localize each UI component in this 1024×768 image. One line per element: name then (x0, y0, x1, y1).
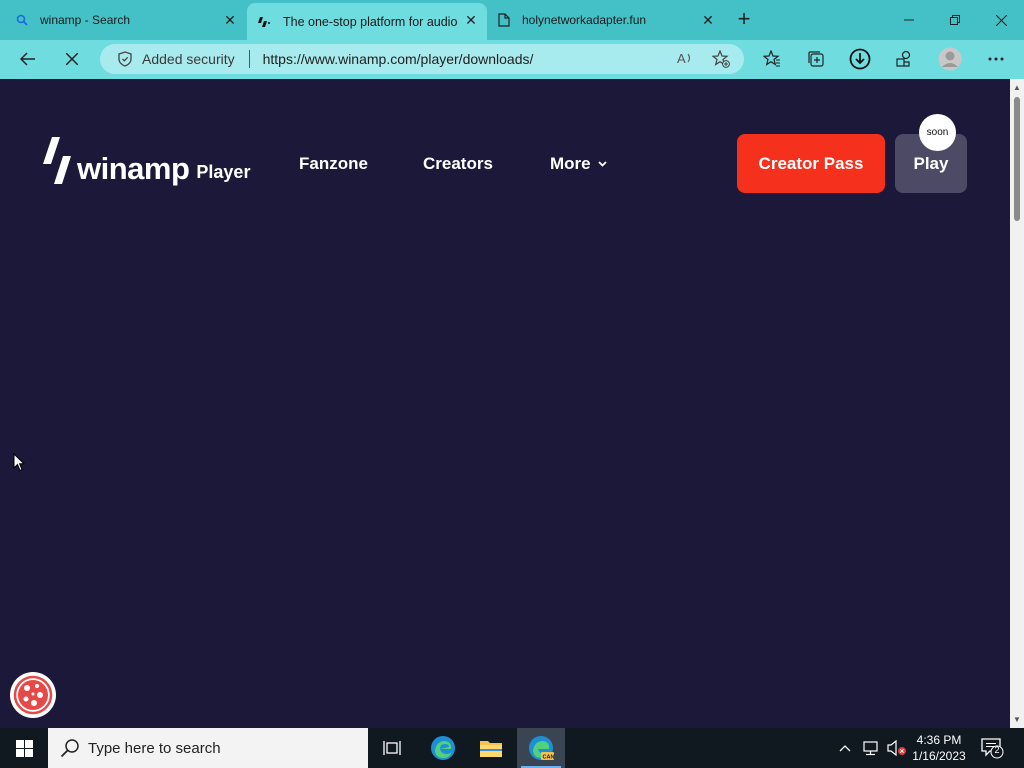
close-icon (995, 14, 1007, 26)
read-aloud-icon[interactable]: A (676, 50, 694, 66)
settings-menu-button[interactable] (981, 44, 1011, 74)
logo-product: Player (196, 162, 251, 182)
close-icon[interactable]: ✕ (700, 12, 716, 28)
windows-taskbar: Type here to search CAN 4:36 PM 1/16/202… (0, 728, 1024, 768)
favorites-button[interactable] (757, 44, 787, 74)
tab-holynetworkadapter[interactable]: holynetworkadapter.fun ✕ (488, 0, 724, 40)
close-icon[interactable]: ✕ (222, 12, 238, 28)
tab-title: holynetworkadapter.fun (522, 13, 647, 27)
back-button[interactable] (13, 44, 43, 74)
clock-time: 4:36 PM (916, 733, 962, 747)
network-icon[interactable] (862, 740, 880, 756)
tab-title: The one-stop platform for audio (283, 14, 458, 29)
mouse-cursor-icon (13, 453, 25, 472)
divider (248, 50, 250, 68)
edge-canary-icon: CAN (529, 736, 555, 761)
cookie-settings-button[interactable] (10, 672, 56, 718)
download-icon (849, 48, 871, 70)
scroll-up-icon[interactable]: ▲ (1013, 83, 1021, 92)
extensions-icon (896, 50, 911, 67)
downloads-button[interactable] (845, 44, 875, 74)
cookie-icon (13, 675, 53, 715)
winamp-logo-icon (43, 137, 71, 184)
restore-icon (950, 15, 960, 25)
logo-wordmark: winamp (77, 151, 190, 186)
creator-pass-button[interactable]: Creator Pass (737, 134, 885, 193)
more-horizontal-icon (988, 57, 1004, 61)
url-text[interactable]: https://www.winamp.com/player/downloads/ (263, 51, 534, 67)
folder-icon (480, 741, 502, 757)
search-icon (16, 14, 28, 26)
nav-more-label: More (550, 154, 591, 173)
windows-logo-icon (15, 739, 33, 757)
action-center-button[interactable]: 2 (980, 736, 1004, 760)
restore-button[interactable] (932, 0, 978, 40)
chevron-down-icon (597, 161, 607, 167)
nav-fanzone[interactable]: Fanzone (299, 154, 368, 174)
close-icon (66, 53, 78, 65)
minimize-icon (904, 19, 914, 21)
volume-muted-icon[interactable] (887, 740, 907, 756)
taskbar-file-explorer[interactable] (467, 728, 515, 768)
taskbar-edge-canary[interactable]: CAN (517, 728, 565, 768)
system-tray (838, 728, 907, 768)
browser-tab-bar: winamp - Search ✕ The one-stop platform … (0, 0, 1024, 40)
task-view-icon (383, 741, 401, 755)
nav-creators[interactable]: Creators (423, 154, 493, 174)
clock-date: 1/16/2023 (912, 749, 966, 763)
edge-icon (431, 736, 455, 760)
winamp-favicon (258, 16, 270, 27)
stop-loading-button[interactable] (57, 44, 87, 74)
web-page: winamp Player Fanzone Creators More Crea… (0, 79, 1010, 728)
winamp-logo[interactable]: winamp Player (43, 137, 250, 185)
svg-text:CAN: CAN (543, 755, 555, 761)
shield-icon (118, 51, 132, 67)
new-tab-button[interactable]: + (732, 8, 756, 32)
scroll-down-icon[interactable]: ▼ (1013, 715, 1021, 724)
add-favorite-icon[interactable] (712, 50, 730, 68)
start-button[interactable] (0, 728, 48, 768)
taskbar-clock[interactable]: 4:36 PM 1/16/2023 (906, 732, 972, 764)
profile-button[interactable] (935, 44, 965, 74)
task-view-button[interactable] (368, 728, 416, 768)
favorites-icon (763, 50, 780, 67)
taskbar-edge[interactable] (419, 728, 467, 768)
search-icon (60, 739, 79, 758)
minimize-button[interactable] (886, 0, 932, 40)
chevron-up-icon[interactable] (838, 743, 852, 753)
notification-icon (981, 738, 1004, 759)
avatar-icon (938, 47, 962, 71)
extensions-button[interactable] (889, 44, 919, 74)
close-window-button[interactable] (978, 0, 1024, 40)
scrollbar-thumb[interactable] (1014, 97, 1020, 221)
svg-text:A: A (677, 51, 686, 66)
taskbar-search-box[interactable]: Type here to search (48, 728, 368, 768)
collections-button[interactable] (801, 44, 831, 74)
arrow-left-icon (20, 52, 35, 66)
nav-more[interactable]: More (550, 154, 607, 174)
address-bar[interactable]: Added security https://www.winamp.com/pl… (100, 44, 744, 74)
security-label[interactable]: Added security (142, 51, 235, 67)
tab-winamp-search[interactable]: winamp - Search ✕ (0, 0, 246, 40)
page-scrollbar[interactable]: ▲ ▼ (1010, 79, 1024, 728)
notification-count: 2 (994, 745, 1000, 755)
soon-badge: soon (919, 114, 956, 151)
tab-title: winamp - Search (40, 13, 131, 27)
close-icon[interactable]: ✕ (463, 12, 479, 28)
page-icon (498, 13, 510, 27)
taskbar-search-placeholder: Type here to search (88, 739, 221, 757)
tab-winamp-platform[interactable]: The one-stop platform for audio ✕ (247, 3, 487, 40)
collections-icon (808, 51, 824, 67)
browser-toolbar: Added security https://www.winamp.com/pl… (0, 40, 1024, 79)
